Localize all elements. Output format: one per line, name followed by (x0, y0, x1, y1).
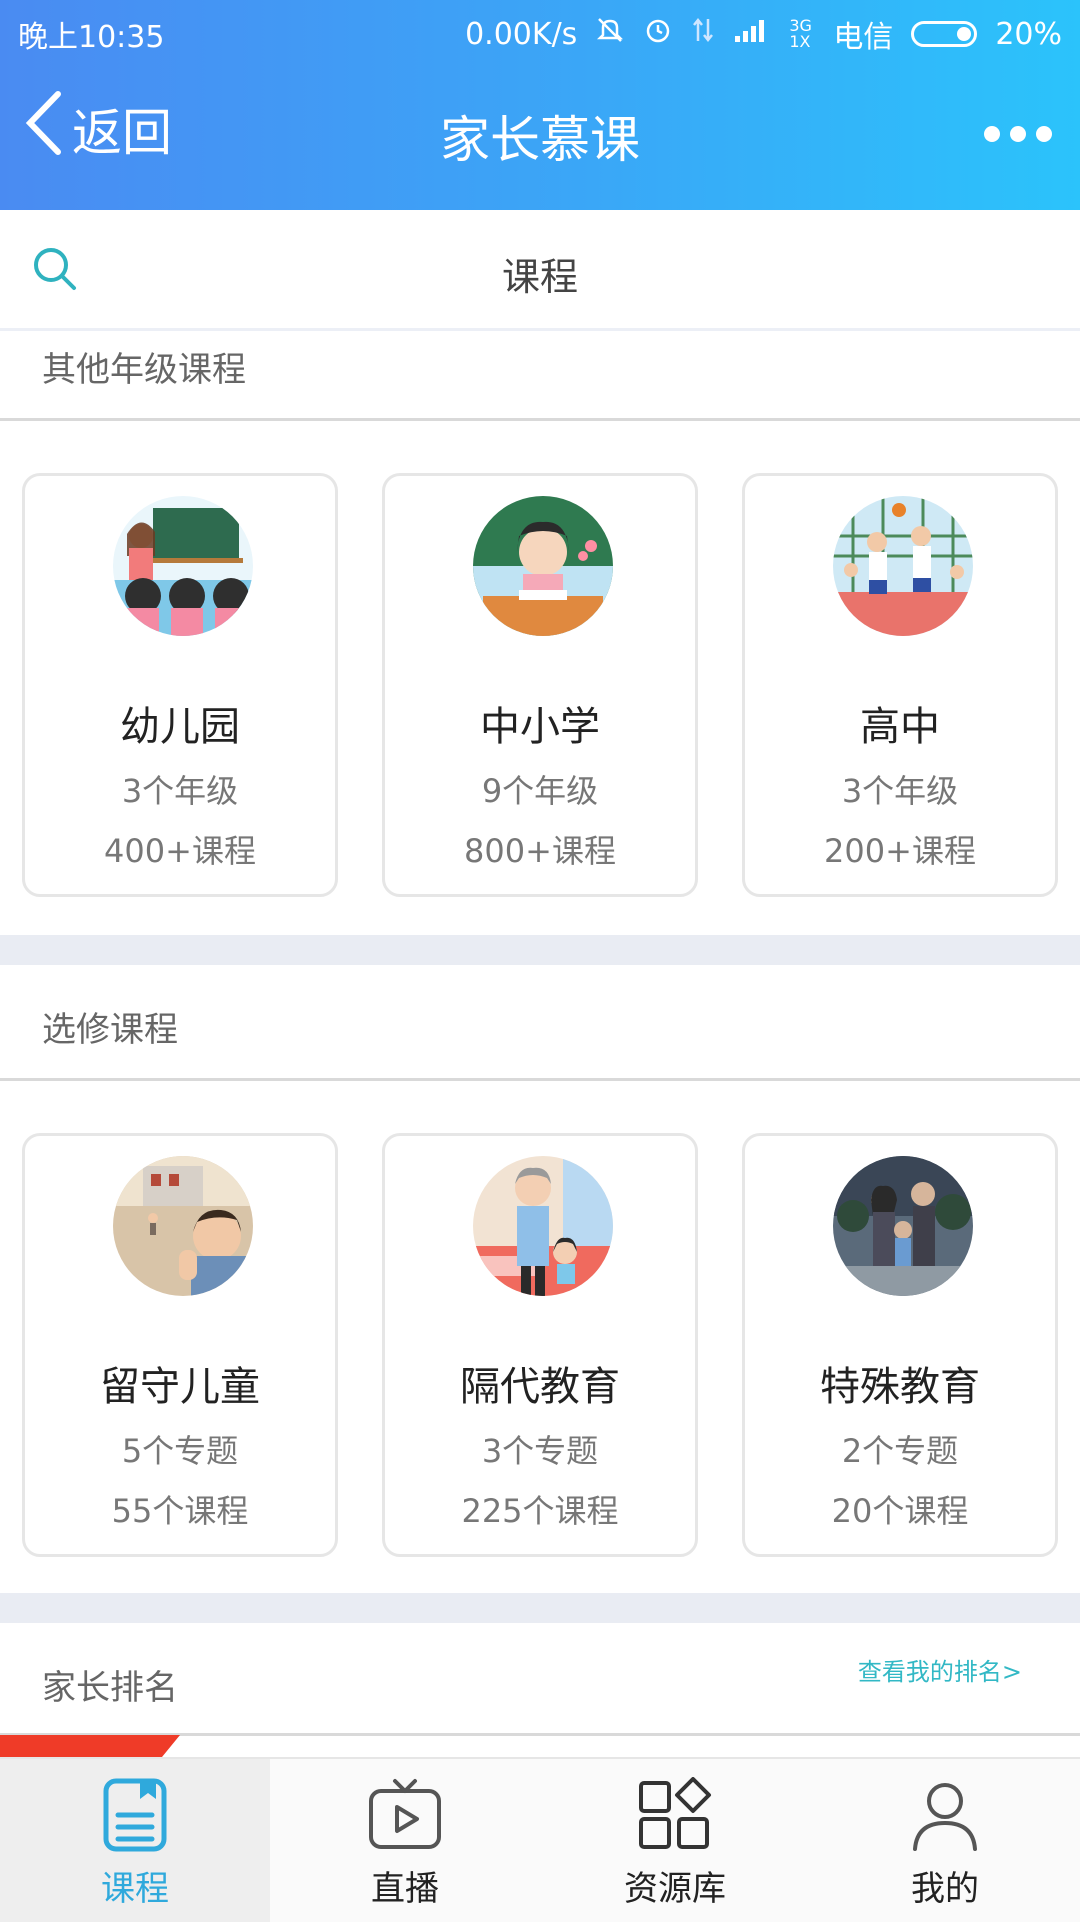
tv-play-icon (367, 1777, 443, 1857)
status-bar: 晚上10:35 0.00K/s 3G 1X 电信 20% (0, 0, 1080, 60)
page-title: 家长慕课 (440, 111, 640, 169)
mute-icon (595, 15, 625, 53)
card-course-count: 400+课程 (104, 832, 256, 870)
primary-school-illustration (473, 496, 613, 636)
card-topic-count: 5个专题 (121, 1432, 239, 1470)
card-title: 中小学 (480, 704, 600, 750)
card-course-count: 225个课程 (461, 1492, 619, 1530)
high-school-illustration (833, 496, 973, 636)
card-course-count: 20个课程 (831, 1492, 969, 1530)
nav-item-course[interactable]: 课程 (0, 1759, 270, 1922)
card-grade-count: 3个年级 (841, 772, 959, 810)
bottom-navigation: 课程 直播 资源库 我的 (0, 1757, 1080, 1922)
dot-icon (984, 126, 1000, 142)
card-course-count: 55个课程 (111, 1492, 249, 1530)
network-type: 3G 1X (789, 16, 812, 51)
data-arrows-icon (691, 15, 715, 53)
carrier-name: 电信 (833, 20, 894, 55)
battery-icon (911, 21, 978, 47)
nav-label: 课程 (101, 1869, 169, 1909)
battery-level: 20% (995, 16, 1062, 52)
nav-label: 直播 (371, 1869, 439, 1909)
course-card-special-education[interactable]: 特殊教育 2个专题 20个课程 (742, 1133, 1058, 1557)
tab-course-title: 课程 (501, 255, 578, 299)
section-gap (0, 935, 1080, 965)
divider (0, 1078, 1080, 1081)
left-behind-children-illustration (113, 1156, 253, 1296)
intergenerational-illustration (473, 1156, 613, 1296)
status-time: 晚上10:35 (18, 20, 165, 55)
section-title-ranking: 家长排名 (42, 1668, 178, 1708)
search-header: 课程 (0, 210, 1080, 331)
card-title: 幼儿园 (120, 704, 240, 750)
course-card-kindergarten[interactable]: 幼儿园 3个年级 400+课程 (22, 473, 338, 897)
course-card-primary[interactable]: 中小学 9个年级 800+课程 (382, 473, 698, 897)
dot-icon (1010, 126, 1026, 142)
ranking-tab-indicator (0, 1735, 180, 1757)
nav-item-mine[interactable]: 我的 (810, 1759, 1080, 1922)
nav-label: 资源库 (624, 1869, 726, 1909)
card-course-count: 200+课程 (824, 832, 976, 870)
section-title-electives: 选修课程 (42, 1010, 178, 1050)
special-education-illustration (833, 1156, 973, 1296)
card-topic-count: 2个专题 (841, 1432, 959, 1470)
nav-item-live[interactable]: 直播 (270, 1759, 540, 1922)
card-grade-count: 3个年级 (121, 772, 239, 810)
card-grade-count: 9个年级 (481, 772, 599, 810)
card-title: 隔代教育 (460, 1364, 620, 1410)
kindergarten-illustration (113, 496, 253, 636)
status-icons: 0.00K/s 3G 1X 电信 20% (465, 12, 1062, 56)
course-card-high-school[interactable]: 高中 3个年级 200+课程 (742, 473, 1058, 897)
course-card-intergenerational[interactable]: 隔代教育 3个专题 225个课程 (382, 1133, 698, 1557)
nav-label: 我的 (911, 1869, 979, 1909)
grid-apps-icon (637, 1777, 713, 1857)
view-my-ranking-link[interactable]: 查看我的排名> (858, 1652, 1022, 1687)
network-speed: 0.00K/s (465, 16, 578, 52)
card-title: 留守儿童 (100, 1364, 260, 1410)
section-gap (0, 1593, 1080, 1623)
section-title-other-grades: 其他年级课程 (42, 350, 246, 390)
person-icon (907, 1777, 983, 1857)
divider (0, 418, 1080, 421)
card-title: 特殊教育 (820, 1364, 980, 1410)
card-course-count: 800+课程 (464, 832, 616, 870)
alarm-icon (643, 15, 673, 53)
card-topic-count: 3个专题 (481, 1432, 599, 1470)
more-menu-button[interactable] (984, 126, 1052, 142)
nav-item-resources[interactable]: 资源库 (540, 1759, 810, 1922)
card-title: 高中 (860, 704, 940, 750)
title-bar: 返回 家长慕课 (0, 60, 1080, 210)
course-card-left-behind-children[interactable]: 留守儿童 5个专题 55个课程 (22, 1133, 338, 1557)
course-book-icon (102, 1777, 168, 1857)
top-bar: 晚上10:35 0.00K/s 3G 1X 电信 20% 返回 家长慕课 (0, 0, 1080, 210)
dot-icon (1036, 126, 1052, 142)
signal-icon (733, 16, 771, 52)
